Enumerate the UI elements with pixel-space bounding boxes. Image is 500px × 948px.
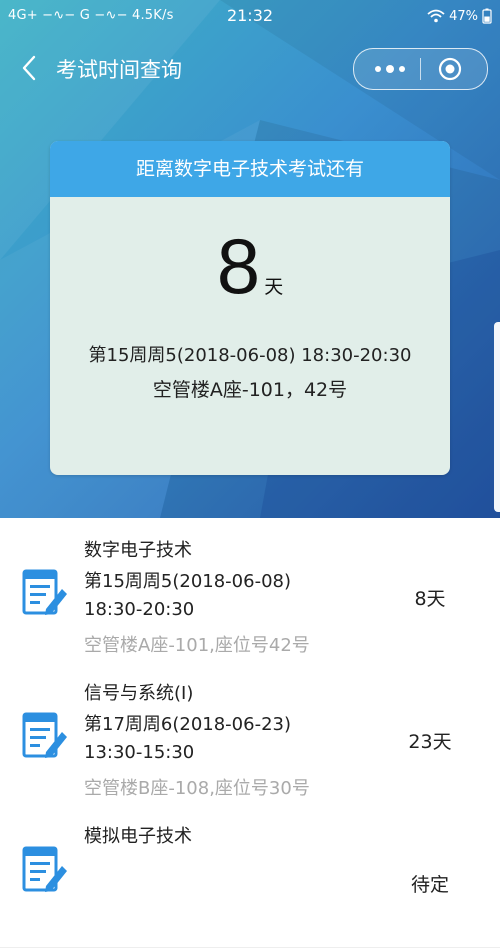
battery-icon [482,8,492,24]
next-card-edge [494,322,500,512]
document-edit-icon [22,712,67,758]
page-title: 考试时间查询 [56,58,182,82]
exam-list-item[interactable]: 模拟电子技术 待定 [0,804,500,948]
back-arrow-icon[interactable] [16,50,46,86]
exam-days-left: 待定 [410,874,449,896]
exam-list-item[interactable]: 信号与系统(I) 第17周周6(2018-06-23) 13:30-15:30 … [0,661,500,805]
exam-location: 空管楼A座-101，42号 [152,379,348,401]
battery-percent: 47% [449,8,478,24]
exam-location: 空管楼B座-108,座位号30号 [84,778,310,799]
more-options-icon[interactable] [372,61,408,77]
capsule-divider [420,58,421,80]
document-edit-icon [22,569,67,615]
exam-list-item[interactable]: 数字电子技术 第15周周5(2018-06-08) 18:30-20:30 空管… [0,518,500,662]
exam-location: 空管楼A座-101,座位号42号 [84,635,310,656]
document-edit-icon [22,846,67,892]
exam-list: 数字电子技术 第15周周5(2018-06-08) 18:30-20:30 空管… [0,518,500,948]
exam-week-date: 第17周周6(2018-06-23) [84,714,292,735]
exam-time: 13:30-15:30 [84,742,195,763]
countdown-card: 距离数字电子技术考试还有 8天 第15周周5(2018-06-08) 18:30… [50,141,450,475]
nav-bar: 考试时间查询 [0,40,500,96]
countdown-header: 距离数字电子技术考试还有 [50,141,450,197]
exam-name: 模拟电子技术 [84,826,192,847]
mini-program-capsule [353,48,488,90]
status-bar: 4G+ −∿− G −∿− 4.5K/s 21:32 47% [0,0,500,34]
days-number: 8 [216,222,261,310]
wifi-icon [427,9,445,23]
exam-datetime: 第15周周5(2018-06-08) 18:30-20:30 [88,345,412,366]
exam-week-date: 第15周周5(2018-06-08) [84,571,292,592]
close-target-icon[interactable] [438,57,462,81]
status-right: 47% [427,8,492,24]
days-unit: 天 [264,276,284,298]
clock: 21:32 [226,6,274,25]
exam-time: 18:30-20:30 [84,599,195,620]
exam-days-left: 8天 [414,588,446,610]
countdown-days: 8天 [50,221,450,312]
exam-name: 数字电子技术 [84,540,192,561]
exam-days-left: 23天 [408,731,452,753]
exam-name: 信号与系统(I) [84,683,194,704]
